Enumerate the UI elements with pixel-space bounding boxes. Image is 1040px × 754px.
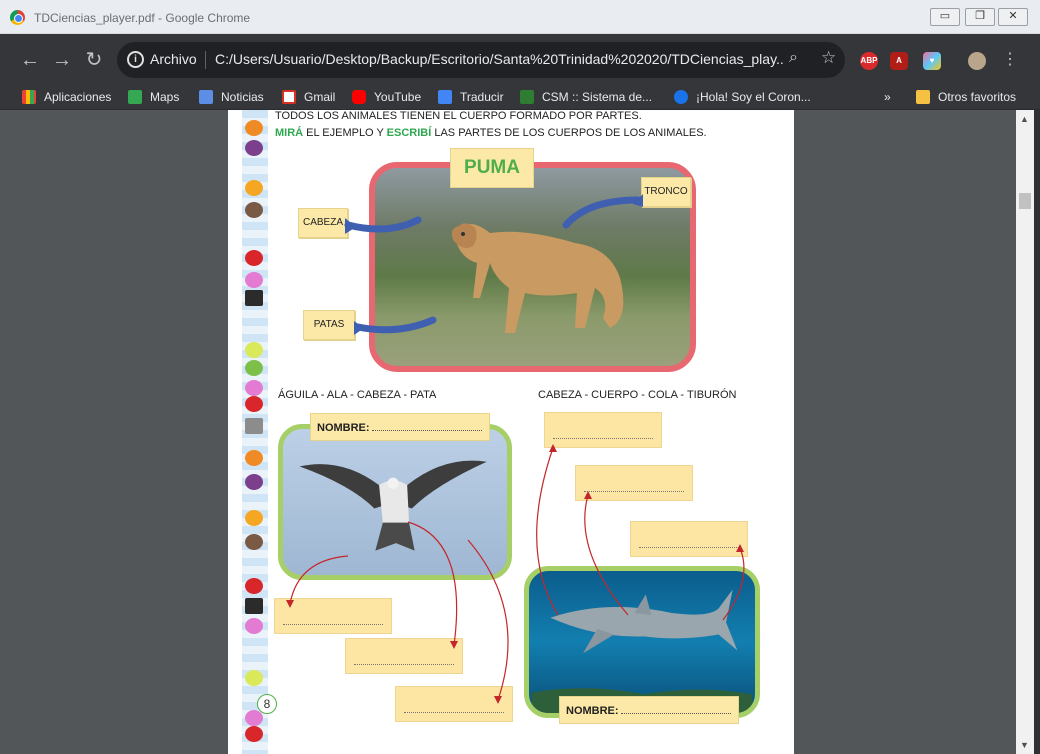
- minimize-button[interactable]: ▭: [930, 8, 960, 26]
- apps-icon: [22, 90, 36, 104]
- bookmark-coronavirus[interactable]: ¡Hola! Soy el Coron...: [674, 90, 811, 108]
- youtube-icon: [352, 90, 366, 104]
- info-icon[interactable]: i: [127, 51, 144, 68]
- window-title: TDCiencias_player.pdf - Google Chrome: [34, 11, 251, 25]
- bookmark-label: Traducir: [460, 90, 504, 104]
- arrow-head: [584, 491, 592, 499]
- close-button[interactable]: ✕: [998, 8, 1028, 26]
- bookmark-gmail[interactable]: Gmail: [282, 90, 335, 108]
- maps-icon: [128, 90, 142, 104]
- profile-avatar[interactable]: [968, 52, 986, 70]
- translate-icon: [438, 90, 452, 104]
- exercise-arrows: [286, 444, 745, 704]
- bookmark-label: ¡Hola! Soy el Coron...: [696, 90, 811, 104]
- arrow-head: [549, 444, 557, 452]
- bookmark-label: Noticias: [221, 90, 264, 104]
- gmail-icon: [282, 90, 296, 104]
- bookmark-label: Aplicaciones: [44, 90, 112, 104]
- heart-extension-icon[interactable]: ♥: [923, 52, 941, 70]
- csm-icon: [520, 90, 534, 104]
- arrow-head: [286, 600, 294, 608]
- bookmarks-overflow-button[interactable]: »: [884, 90, 891, 108]
- folder-icon: [916, 90, 930, 104]
- bookmark-label: Maps: [150, 90, 180, 104]
- bookmark-youtube[interactable]: YouTube: [352, 90, 421, 108]
- arrow-head: [736, 544, 744, 552]
- scrollbar-thumb[interactable]: [1019, 193, 1031, 209]
- pdf-page: TODOS LOS ANIMALES TIENEN EL CUERPO FORM…: [228, 110, 794, 754]
- window-edge: [1034, 110, 1040, 754]
- bookmark-star-icon[interactable]: ☆: [821, 48, 836, 68]
- bookmark-label: Otros favoritos: [938, 90, 1017, 104]
- bookmark-maps[interactable]: Maps: [128, 90, 179, 108]
- chat-icon: [674, 90, 688, 104]
- page-number: 8: [257, 694, 277, 714]
- restore-button[interactable]: ❐: [965, 8, 995, 26]
- title-bar: TDCiencias_player.pdf - Google Chrome ▭ …: [0, 0, 1040, 34]
- address-bar[interactable]: i Archivo C:/Users/Usuario/Desktop/Backu…: [117, 42, 845, 78]
- bookmark-label: Gmail: [304, 90, 336, 104]
- bookmark-otros-favoritos[interactable]: Otros favoritos: [916, 90, 1016, 108]
- url-text[interactable]: C:/Users/Usuario/Desktop/Backup/Escritor…: [215, 51, 785, 67]
- bookmarks-bar: Aplicaciones Maps Noticias Gmail YouTube…: [0, 86, 1040, 110]
- bookmark-noticias[interactable]: Noticias: [199, 90, 264, 108]
- forward-icon[interactable]: →: [46, 44, 78, 76]
- browser-window: TDCiencias_player.pdf - Google Chrome ▭ …: [0, 0, 1040, 754]
- vertical-scrollbar[interactable]: ▲ ▼: [1016, 110, 1034, 754]
- news-icon: [199, 90, 213, 104]
- bookmark-label: CSM :: Sistema de...: [542, 90, 653, 104]
- bookmark-csm[interactable]: CSM :: Sistema de...: [520, 90, 652, 108]
- zoom-icon[interactable]: ⌕: [789, 49, 798, 67]
- menu-icon[interactable]: ⋮: [994, 44, 1026, 76]
- scroll-down-icon[interactable]: ▼: [1020, 740, 1029, 750]
- adblock-extension-icon[interactable]: ABP: [860, 52, 878, 70]
- arrow-head: [450, 641, 458, 649]
- chrome-logo-icon: [10, 10, 25, 25]
- bookmark-label: YouTube: [374, 90, 422, 104]
- scroll-up-icon[interactable]: ▲: [1020, 114, 1029, 124]
- arrow-head: [494, 696, 502, 704]
- bookmark-apps[interactable]: Aplicaciones: [22, 90, 111, 108]
- site-label: Archivo: [150, 51, 197, 67]
- back-icon[interactable]: ←: [14, 44, 46, 76]
- divider: [205, 51, 206, 69]
- reload-icon[interactable]: ↻: [78, 44, 110, 76]
- bookmark-traducir[interactable]: Traducir: [438, 90, 504, 108]
- pdf-viewport: TODOS LOS ANIMALES TIENEN EL CUERPO FORM…: [0, 110, 1040, 754]
- acrobat-extension-icon[interactable]: A: [890, 52, 908, 70]
- toolbar: ← → ↻ i Archivo C:/Users/Usuario/Desktop…: [0, 34, 1040, 86]
